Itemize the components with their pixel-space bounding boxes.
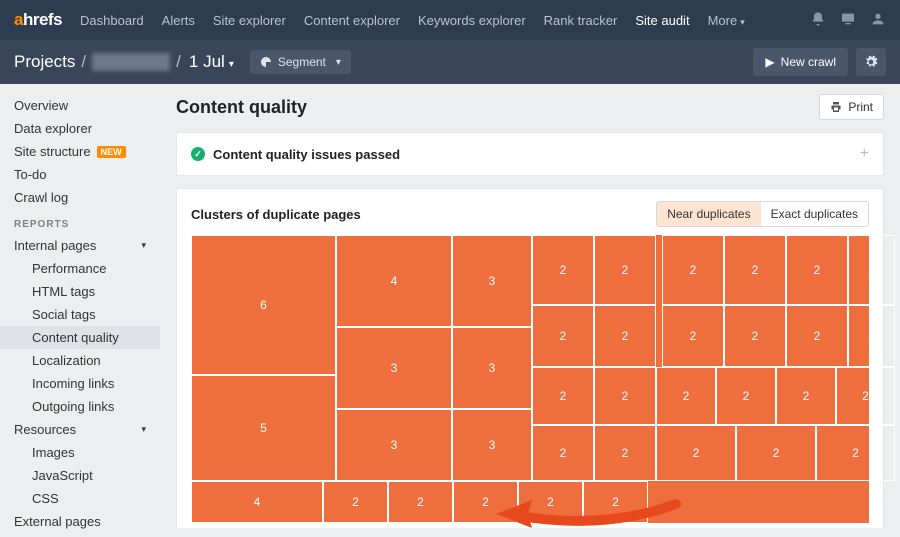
treemap-cell[interactable]: 2 (786, 305, 848, 367)
treemap-cell[interactable]: 2 (532, 367, 594, 425)
new-crawl-button[interactable]: ▶New crawl (753, 48, 848, 76)
treemap-cell[interactable]: 2 (836, 367, 895, 425)
chart-legend: Canonical matching 1,003 Canonical not m… (191, 523, 869, 528)
treemap-cell[interactable]: 4 (191, 481, 323, 523)
treemap-cell[interactable]: 2 (724, 305, 786, 367)
nav-item-dashboard[interactable]: Dashboard (80, 13, 144, 28)
treemap-cell[interactable]: 2 (716, 367, 776, 425)
toggle-near-duplicates[interactable]: Near duplicates (657, 202, 760, 226)
treemap-cell[interactable]: 2 (594, 305, 656, 367)
treemap-cell[interactable]: 2 (583, 481, 648, 523)
clusters-title: Clusters of duplicate pages (191, 207, 361, 222)
treemap-cell[interactable]: 2 (848, 305, 895, 367)
treemap-cell[interactable]: 2 (594, 367, 656, 425)
treemap-cell[interactable]: 2 (662, 235, 724, 305)
sidebar-item-social-tags[interactable]: Social tags (0, 303, 160, 326)
breadcrumb-bar: Projects / / 1 Jul▾ Segment▾ ▶New crawl (0, 40, 900, 84)
sidebar-item-outgoing-links[interactable]: Outgoing links (0, 395, 160, 418)
user-icon[interactable] (870, 11, 886, 30)
settings-button[interactable] (856, 48, 886, 76)
treemap-cell[interactable]: 2 (594, 425, 656, 481)
segment-button[interactable]: Segment▾ (250, 50, 351, 74)
monitor-icon[interactable] (840, 11, 856, 30)
nav-item-rank-tracker[interactable]: Rank tracker (544, 13, 618, 28)
top-nav: ahrefs Dashboard Alerts Site explorer Conte… (0, 0, 900, 40)
sidebar-item-incoming-links[interactable]: Incoming links (0, 372, 160, 395)
treemap-cell[interactable]: 2 (532, 305, 594, 367)
print-button[interactable]: Print (819, 94, 884, 120)
treemap-cell[interactable]: 2 (532, 425, 594, 481)
new-badge: NEW (97, 146, 126, 158)
treemap-cell[interactable]: 2 (786, 235, 848, 305)
sidebar-overview[interactable]: Overview (0, 94, 160, 117)
breadcrumb-date[interactable]: 1 Jul▾ (189, 52, 234, 72)
sidebar-external-pages[interactable]: External pages (0, 510, 160, 533)
treemap-cell[interactable]: 2 (453, 481, 518, 523)
print-icon (830, 101, 842, 113)
treemap-cell[interactable]: 2 (816, 425, 895, 481)
treemap-cell[interactable]: 3 (336, 327, 452, 409)
issues-passed-label: Content quality issues passed (213, 147, 400, 162)
sidebar-item-javascript[interactable]: JavaScript (0, 464, 160, 487)
expand-icon[interactable]: + (860, 145, 869, 163)
nav-item-site-audit[interactable]: Site audit (635, 13, 689, 28)
treemap-cell[interactable]: 2 (662, 305, 724, 367)
nav-item-site-explorer[interactable]: Site explorer (213, 13, 286, 28)
toggle-exact-duplicates[interactable]: Exact duplicates (761, 202, 868, 226)
sidebar-item-performance[interactable]: Performance (0, 257, 160, 280)
chevron-down-icon: ▾ (141, 240, 146, 251)
treemap-cell[interactable]: 4 (336, 235, 452, 327)
treemap-cell[interactable]: 3 (336, 409, 452, 481)
duplicates-toggle: Near duplicates Exact duplicates (656, 201, 869, 227)
treemap-cell[interactable]: 3 (452, 235, 532, 327)
gear-icon (864, 55, 878, 69)
nav-items: Dashboard Alerts Site explorer Content expl… (80, 13, 810, 28)
treemap-chart[interactable]: 6544333332222222222222222222222222222 (191, 235, 869, 523)
nav-item-keywords-explorer[interactable]: Keywords explorer (418, 13, 526, 28)
treemap-cell[interactable]: 2 (594, 235, 656, 305)
page-title: Content quality (176, 97, 307, 118)
treemap-cell[interactable]: 3 (452, 409, 532, 481)
treemap-cell[interactable]: 2 (656, 367, 716, 425)
sidebar-internal-pages[interactable]: Internal pages▾ (0, 234, 160, 257)
treemap-cell[interactable]: 2 (532, 235, 594, 305)
treemap-cell[interactable]: 2 (656, 425, 736, 481)
nav-item-more[interactable]: More▾ (708, 13, 745, 28)
treemap-cell[interactable]: 2 (518, 481, 583, 523)
treemap-cell[interactable]: 2 (848, 235, 895, 305)
nav-item-alerts[interactable]: Alerts (162, 13, 195, 28)
treemap-cell[interactable]: 2 (388, 481, 453, 523)
logo[interactable]: ahrefs (14, 10, 62, 30)
nav-item-content-explorer[interactable]: Content explorer (304, 13, 400, 28)
breadcrumb-projects[interactable]: Projects (14, 52, 75, 72)
sidebar-resources[interactable]: Resources▾ (0, 418, 160, 441)
sidebar-item-html-tags[interactable]: HTML tags (0, 280, 160, 303)
breadcrumb-project-name[interactable] (92, 53, 170, 71)
treemap-cell[interactable]: 2 (776, 367, 836, 425)
issues-passed-card[interactable]: ✓ Content quality issues passed + (176, 132, 884, 176)
sidebar: Overview Data explorer Site structure NE… (0, 84, 160, 528)
treemap-cell[interactable]: 5 (191, 375, 336, 481)
sidebar-item-content-quality[interactable]: Content quality (0, 326, 160, 349)
treemap-cell[interactable]: 2 (724, 235, 786, 305)
top-icons (810, 11, 886, 30)
main-content: Content quality Print ✓ Content quality … (160, 84, 900, 528)
sidebar-data-explorer[interactable]: Data explorer (0, 117, 160, 140)
sidebar-site-structure[interactable]: Site structure NEW (0, 140, 160, 163)
bell-icon[interactable] (810, 11, 826, 30)
clusters-card: Clusters of duplicate pages Near duplica… (176, 188, 884, 528)
treemap-cell[interactable]: 6 (191, 235, 336, 375)
chevron-down-icon: ▾ (141, 424, 146, 435)
check-icon: ✓ (191, 147, 205, 161)
sidebar-item-localization[interactable]: Localization (0, 349, 160, 372)
sidebar-item-images[interactable]: Images (0, 441, 160, 464)
sidebar-crawl-log[interactable]: Crawl log (0, 186, 160, 209)
treemap-cell[interactable]: 2 (323, 481, 388, 523)
treemap-cell[interactable]: 3 (452, 327, 532, 409)
sidebar-todo[interactable]: To-do (0, 163, 160, 186)
sidebar-reports-head: REPORTS (0, 209, 160, 234)
sidebar-item-css[interactable]: CSS (0, 487, 160, 510)
treemap-cell[interactable]: 2 (736, 425, 816, 481)
